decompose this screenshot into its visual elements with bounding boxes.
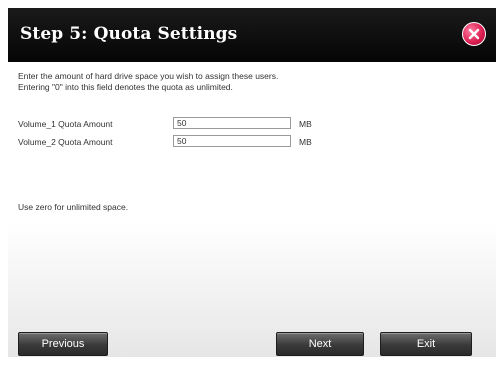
unlimited-hint: Use zero for unlimited space.: [18, 202, 129, 212]
exit-button[interactable]: Exit: [380, 332, 472, 356]
dialog-title: Step 5: Quota Settings: [20, 24, 238, 44]
close-button[interactable]: [462, 22, 486, 46]
intro-text: Enter the amount of hard drive space you…: [18, 71, 278, 93]
volume-1-quota-unit: MB: [299, 119, 312, 129]
volume-2-quota-input[interactable]: [173, 135, 291, 147]
previous-button[interactable]: Previous: [18, 332, 108, 356]
volume-2-quota-label: Volume_2 Quota Amount: [18, 137, 113, 147]
intro-line-1: Enter the amount of hard drive space you…: [18, 71, 279, 81]
quota-settings-dialog: Step 5: Quota Settings Enter the amount …: [8, 8, 496, 357]
close-icon: [468, 28, 480, 40]
dialog-titlebar: Step 5: Quota Settings: [8, 8, 496, 62]
volume-2-quota-unit: MB: [299, 137, 312, 147]
dialog-content: Enter the amount of hard drive space you…: [8, 62, 496, 357]
next-button[interactable]: Next: [276, 332, 364, 356]
volume-1-quota-input[interactable]: [173, 117, 291, 129]
volume-1-quota-label: Volume_1 Quota Amount: [18, 119, 113, 129]
intro-line-2: Entering "0" into this field denotes the…: [18, 82, 233, 92]
